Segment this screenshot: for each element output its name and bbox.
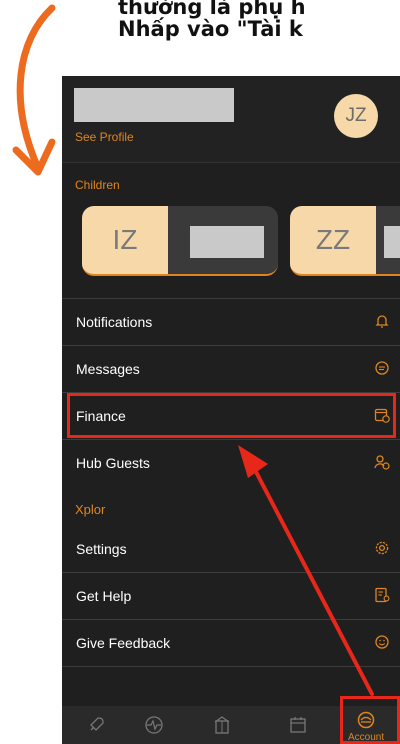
feedback-smile-icon: [375, 635, 389, 649]
avatar[interactable]: JZ: [334, 94, 378, 138]
account-tab-highlight-box: [340, 696, 400, 744]
menu-item-label: Messages: [76, 361, 140, 377]
menu-item-label: Settings: [76, 541, 127, 557]
rocket-icon: [90, 717, 104, 731]
tab-calendar[interactable]: [278, 706, 318, 744]
caption-line-1: thường là phụ h: [118, 0, 306, 19]
tab-activity[interactable]: [134, 706, 174, 744]
see-profile-link[interactable]: See Profile: [75, 130, 134, 144]
finance-highlight-box: [67, 393, 396, 438]
menu-item-give-feedback[interactable]: Give Feedback: [62, 620, 400, 667]
building-icon: [214, 716, 230, 734]
profile-header[interactable]: See Profile JZ: [62, 76, 400, 163]
menu-item-messages[interactable]: Messages: [62, 346, 400, 393]
tab-building[interactable]: [202, 706, 242, 744]
menu-item-get-help[interactable]: Get Help: [62, 573, 400, 620]
menu-item-label: Notifications: [76, 314, 153, 330]
caption-line-2: Nhấp vào "Tài k: [118, 17, 303, 41]
redacted-name: [74, 88, 234, 122]
menu-item-label: Hub Guests: [76, 455, 150, 471]
orange-curved-arrow-icon: [12, 4, 56, 176]
menu-item-label: Give Feedback: [76, 635, 171, 651]
user-plus-icon: [374, 455, 390, 470]
redacted-child-name: [384, 226, 400, 258]
menu-item-notifications[interactable]: Notifications: [62, 299, 400, 346]
bell-icon: [375, 315, 389, 328]
gear-icon: [375, 541, 389, 555]
tutorial-caption: thường là phụ h Nhấp vào "Tài k: [118, 0, 400, 56]
children-section-label: Children: [75, 178, 120, 192]
child-avatar: IZ: [82, 206, 168, 274]
calendar-icon: [290, 717, 306, 733]
child-card-2[interactable]: ZZ: [290, 206, 400, 276]
help-document-icon: [375, 587, 390, 603]
xplor-section-label: Xplor: [75, 502, 106, 517]
child-card-1[interactable]: IZ: [82, 206, 278, 276]
chat-bubble-icon: [375, 361, 389, 375]
tab-rocket[interactable]: [76, 706, 116, 744]
child-avatar: ZZ: [290, 206, 376, 274]
menu-item-label: Get Help: [76, 588, 132, 604]
redacted-child-name: [190, 226, 264, 258]
menu-item-hub-guests[interactable]: Hub Guests: [62, 440, 400, 486]
menu-item-settings[interactable]: Settings: [62, 526, 400, 573]
activity-icon: [145, 716, 163, 734]
